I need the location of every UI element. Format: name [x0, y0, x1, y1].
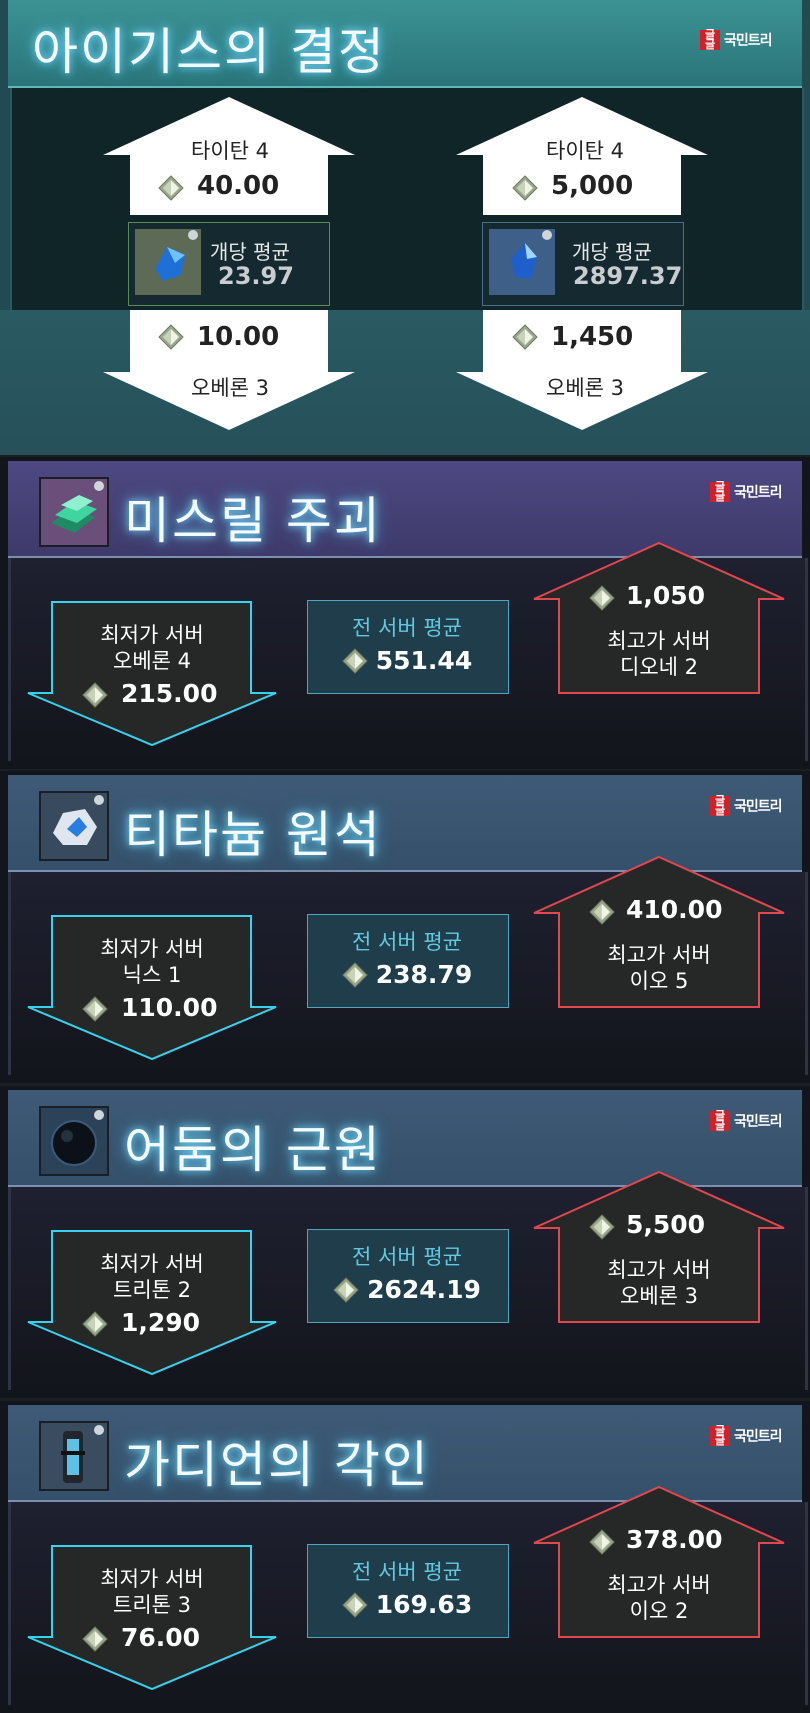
top-right-up-price: 5,000 — [551, 171, 634, 201]
brand-logo-text: 국민트리 — [734, 485, 783, 501]
brand-logo-text: 국민트리 — [734, 1114, 783, 1130]
brand-logo: 글글 국민트리 — [700, 29, 773, 50]
brand-logo-icon: 글글 — [710, 795, 730, 816]
top-left-down-server: 오베론 3 — [191, 376, 269, 400]
crystal-icon — [512, 324, 538, 350]
average-value-row: 551.44 — [307, 646, 507, 675]
average-value: 551.44 — [375, 646, 473, 675]
crystal-icon — [342, 648, 368, 674]
crystal-icon — [589, 899, 615, 925]
highest-server: 이오 5 — [629, 969, 689, 993]
average-value: 2624.19 — [367, 1275, 481, 1304]
crystal-icon — [589, 1214, 615, 1240]
lowest-price: 215.00 — [121, 679, 218, 708]
lowest-server: 트리톤 3 — [113, 1593, 191, 1617]
highest-server: 이오 2 — [629, 1599, 689, 1623]
brand-logo-text: 국민트리 — [734, 1429, 783, 1445]
average-value: 238.79 — [375, 960, 473, 989]
crystal-icon — [82, 1311, 108, 1337]
brand-logo-icon: 글글 — [710, 481, 730, 502]
highest-price: 5,500 — [626, 1210, 706, 1239]
crystal-icon — [82, 996, 108, 1022]
average-value: 169.63 — [375, 1590, 473, 1619]
brand-logo: 글글 국민트리 — [710, 795, 783, 816]
titanium-ore-icon — [39, 791, 109, 861]
crystal-icon — [342, 1592, 368, 1618]
top-left-down-price: 10.00 — [197, 322, 280, 352]
average-label: 전 서버 평균 — [352, 616, 462, 640]
lowest-server: 닉스 1 — [122, 963, 182, 987]
brand-logo-text: 국민트리 — [724, 33, 773, 49]
item-title: 어둠의 근원 — [124, 1121, 382, 1179]
brand-logo-text: 국민트리 — [734, 799, 783, 815]
average-label: 전 서버 평균 — [352, 930, 462, 954]
dark-orb-icon — [39, 1106, 109, 1176]
crystal-icon — [158, 324, 184, 350]
brand-logo-icon: 글글 — [710, 1425, 730, 1446]
lowest-price: 1,290 — [121, 1308, 201, 1337]
average-value-row: 2624.19 — [307, 1275, 507, 1304]
brand-logo: 글글 국민트리 — [710, 481, 783, 502]
top-right-up-server: 타이탄 4 — [546, 139, 624, 163]
average-value-row: 238.79 — [307, 960, 507, 989]
crystal-icon — [342, 962, 368, 988]
guardian-seal-vial-icon — [39, 1421, 109, 1491]
lowest-price: 110.00 — [121, 993, 218, 1022]
average-label: 전 서버 평균 — [352, 1560, 462, 1584]
blue-crystal-icon — [489, 229, 555, 295]
crystal-icon — [512, 175, 538, 201]
page-title: 아이기스의 결정 — [32, 23, 386, 81]
average-value-row: 169.63 — [307, 1590, 507, 1619]
crystal-icon — [333, 1277, 359, 1303]
brand-logo-icon: 글글 — [710, 1110, 730, 1131]
crystal-icon — [589, 585, 615, 611]
highest-price: 1,050 — [626, 581, 706, 610]
mithril-ingot-icon — [39, 477, 109, 547]
top-right-down-price: 1,450 — [551, 322, 634, 352]
top-left-avg-label: 개당 평균 — [210, 240, 290, 264]
top-left-avg-value: 23.97 — [218, 262, 294, 290]
brand-logo: 글글 국민트리 — [710, 1110, 783, 1131]
brand-logo-icon: 글글 — [700, 29, 720, 50]
highest-server: 디오네 2 — [620, 655, 698, 679]
crystal-icon — [82, 682, 108, 708]
item-title: 가디언의 각인 — [124, 1436, 430, 1494]
average-label: 전 서버 평균 — [352, 1245, 462, 1269]
top-left-up-server: 타이탄 4 — [191, 139, 269, 163]
lowest-server: 트리톤 2 — [113, 1278, 191, 1302]
top-right-avg-value: 2897.37 — [573, 262, 683, 290]
top-left-up-price: 40.00 — [197, 171, 280, 201]
lowest-price: 76.00 — [121, 1623, 201, 1652]
crystal-icon — [589, 1529, 615, 1555]
item-title: 미스릴 주괴 — [124, 492, 382, 550]
crystal-icon — [82, 1626, 108, 1652]
top-right-avg-label: 개당 평균 — [572, 240, 652, 264]
lowest-server: 오베론 4 — [113, 649, 191, 673]
brand-logo: 글글 국민트리 — [710, 1425, 783, 1446]
highest-price: 410.00 — [626, 895, 723, 924]
top-right-down-server: 오베론 3 — [546, 376, 624, 400]
blue-crystal-shard-icon — [135, 229, 201, 295]
crystal-icon — [158, 175, 184, 201]
highest-server: 오베론 3 — [620, 1284, 698, 1308]
highest-price: 378.00 — [626, 1525, 723, 1554]
item-title: 티타늄 원석 — [124, 806, 382, 864]
